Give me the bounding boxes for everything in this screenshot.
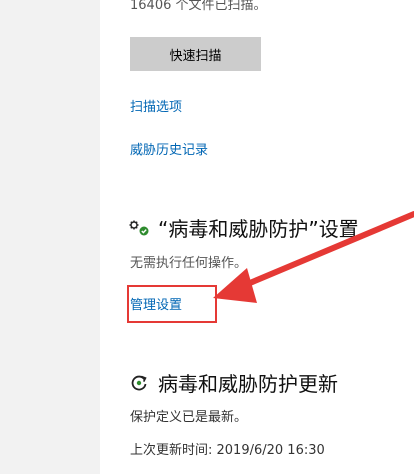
settings-status-text: 无需执行任何操作。 (130, 256, 248, 271)
threat-history-link[interactable]: 威胁历史记录 (130, 139, 208, 158)
last-update-text: 上次更新时间: 2019/6/20 16:30 (130, 443, 325, 458)
settings-section-title: “病毒和威胁防护”设置 (158, 217, 359, 241)
manage-settings-link[interactable]: 管理设置 (130, 294, 182, 313)
quick-scan-button[interactable]: 快速扫描 (130, 37, 261, 71)
definitions-status-text: 保护定义已是最新。 (130, 410, 248, 425)
updates-section-title: 病毒和威胁防护更新 (158, 372, 338, 396)
scan-options-link[interactable]: 扫描选项 (130, 96, 182, 115)
gear-shield-icon (129, 220, 149, 236)
left-panel-strip (0, 0, 100, 474)
refresh-icon (131, 375, 147, 391)
scan-status-text: 16406 个文件已扫描。 (130, 0, 267, 13)
virus-protection-pane: 16406 个文件已扫描。 快速扫描 扫描选项 威胁历史记录 “病毒和威胁防护”… (100, 0, 414, 474)
